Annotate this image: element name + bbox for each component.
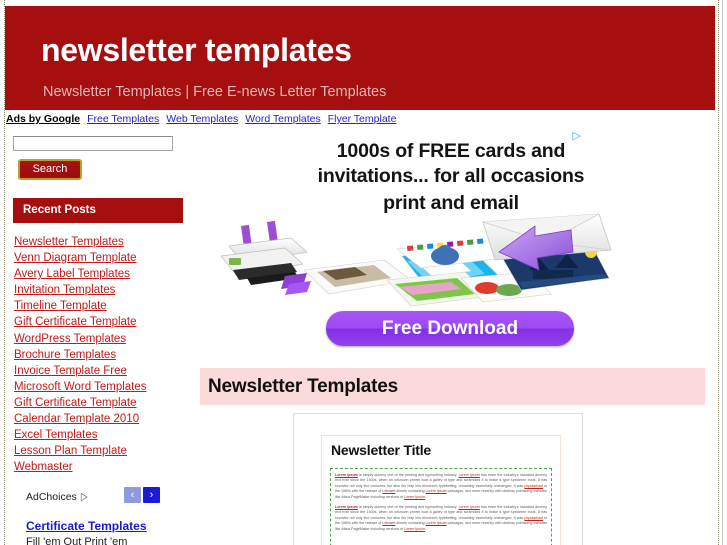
doc-text-1f: . [425,494,427,499]
sidebar-link-gift-certificate-template[interactable]: Gift Certificate Template [14,316,137,328]
banner-headline-line-2: invitations... for all occasions [317,165,585,187]
sidebar: Search Recent Posts Newsletter Templates… [6,132,196,545]
sidebar-ad-description: Fill 'em Out Print 'em [26,536,128,545]
lorem-mid5-1: Lorem Ipsum [404,494,426,499]
sidebar-link-lesson-plan-template[interactable]: Lesson Plan Template [14,445,127,457]
ad-prev-arrow-icon[interactable]: ‹ [124,487,141,503]
list-item: Invitation Templates [14,282,194,298]
doc-text-1d: sheets containing [395,489,426,494]
site-tagline: Newsletter Templates | Free E-news Lette… [43,84,387,100]
adchoices-control[interactable]: AdChoices ▷ [26,490,88,503]
sidebar-link-excel-templates[interactable]: Excel Templates [14,429,98,441]
list-item: Invoice Template Free [14,363,194,379]
sidebar-ad-headline[interactable]: Certificate Templates [26,519,147,533]
list-item: Webmaster [14,459,194,475]
document-paragraph-2: Lorem Ipsum is simply dummy text of the … [335,505,547,532]
lorem-lead-1: Lorem Ipsum [335,473,358,477]
document-body: Lorem Ipsum is simply dummy text of the … [330,468,552,545]
document-preview[interactable]: Newsletter Title Lorem Ipsum is simply d… [293,413,583,545]
list-item: Calendar Template 2010 [14,411,194,427]
doc-text-2d: sheets containing [395,521,426,526]
sidebar-link-gift-certificate-template-2[interactable]: Gift Certificate Template [14,397,137,409]
list-item: Gift Certificate Template [14,395,194,411]
list-item: Avery Label Templates [14,266,194,282]
sidebar-link-wordpress-templates[interactable]: WordPress Templates [14,333,126,345]
ad-link-free-templates[interactable]: Free Templates [87,113,159,125]
document-title: Newsletter Title [331,442,432,458]
ads-by-google-bar: Ads by Google Free Templates Web Templates… [6,113,706,128]
ad-link-web-templates[interactable]: Web Templates [166,113,238,125]
lorem-lead-2: Lorem Ipsum [335,505,358,510]
sidebar-link-timeline-template[interactable]: Timeline Template [14,300,107,312]
free-download-button[interactable]: Free Download [326,311,574,346]
ad-next-arrow-icon[interactable]: › [143,487,160,503]
sidebar-link-invoice-template-free[interactable]: Invoice Template Free [14,365,127,377]
page-root: newsletter templates Newsletter Template… [0,0,727,545]
doc-text-1a: is simply dummy text of the printing and… [357,473,459,477]
page-title: Newsletter Templates [200,368,705,405]
printer-and-cards-illustration [220,213,612,307]
letraset-2: Letraset [382,521,396,526]
search-input[interactable] [13,136,173,151]
main-content: ▷ 1000s of FREE cards and invitations...… [197,130,709,545]
banner-ad[interactable]: ▷ 1000s of FREE cards and invitations...… [199,130,703,357]
document-paragraph-1: Lorem Ipsum is simply dummy text of the … [335,473,547,500]
recent-posts-heading: Recent Posts [13,198,183,223]
list-item: Excel Templates [14,427,194,443]
site-title: newsletter templates [41,32,352,68]
list-item: Brochure Templates [14,347,194,363]
recent-posts-list: Newsletter Templates Venn Diagram Templa… [14,234,194,475]
list-item: Newsletter Templates [14,234,194,250]
sidebar-link-calendar-template-2010[interactable]: Calendar Template 2010 [14,413,139,425]
popularised-2: popularised [524,515,543,520]
document-page: Newsletter Title Lorem Ipsum is simply d… [321,435,561,545]
sidebar-link-avery-label-templates[interactable]: Avery Label Templates [14,268,130,280]
list-item: Lesson Plan Template [14,443,194,459]
lorem-mid5-2: Lorem Ipsum [404,526,426,531]
letraset-1: Letraset [382,489,396,494]
sidebar-link-webmaster[interactable]: Webmaster [14,461,73,473]
lorem-mid4-1: Lorem Ipsum [425,489,447,494]
list-item: WordPress Templates [14,331,194,347]
list-item: Venn Diagram Template [14,250,194,266]
adchoices-triangle-icon: ▷ [80,491,88,503]
list-item: Timeline Template [14,298,194,314]
ads-by-google-label[interactable]: Ads by Google [6,113,80,125]
popularised-1: popularised [524,483,543,488]
list-item: Gift Certificate Template [14,314,194,330]
lorem-mid4-2: Lorem Ipsum [425,521,447,526]
banner-headline-line-1: 1000s of FREE cards and [336,140,566,162]
search-button[interactable]: Search [18,159,82,180]
adchoices-label: AdChoices [26,491,77,503]
ad-link-flyer-template[interactable]: Flyer Template [328,113,397,125]
lorem-mid-2: Lorem Ipsum [458,505,480,510]
sidebar-link-newsletter-templates[interactable]: Newsletter Templates [14,236,124,248]
site-header: newsletter templates Newsletter Template… [5,6,715,110]
sidebar-link-invitation-templates[interactable]: Invitation Templates [14,284,115,296]
page-right-edge [722,0,727,545]
doc-text-2f: . [425,526,427,531]
lorem-mid-1: Lorem Ipsum [458,473,480,477]
sidebar-link-brochure-templates[interactable]: Brochure Templates [14,349,116,361]
sidebar-link-microsoft-word-templates[interactable]: Microsoft Word Templates [14,381,147,393]
doc-text-2a: is simply dummy text of the printing and… [357,505,459,510]
sidebar-link-venn-diagram-template[interactable]: Venn Diagram Template [14,252,137,264]
list-item: Microsoft Word Templates [14,379,194,395]
ad-link-word-templates[interactable]: Word Templates [245,113,320,125]
